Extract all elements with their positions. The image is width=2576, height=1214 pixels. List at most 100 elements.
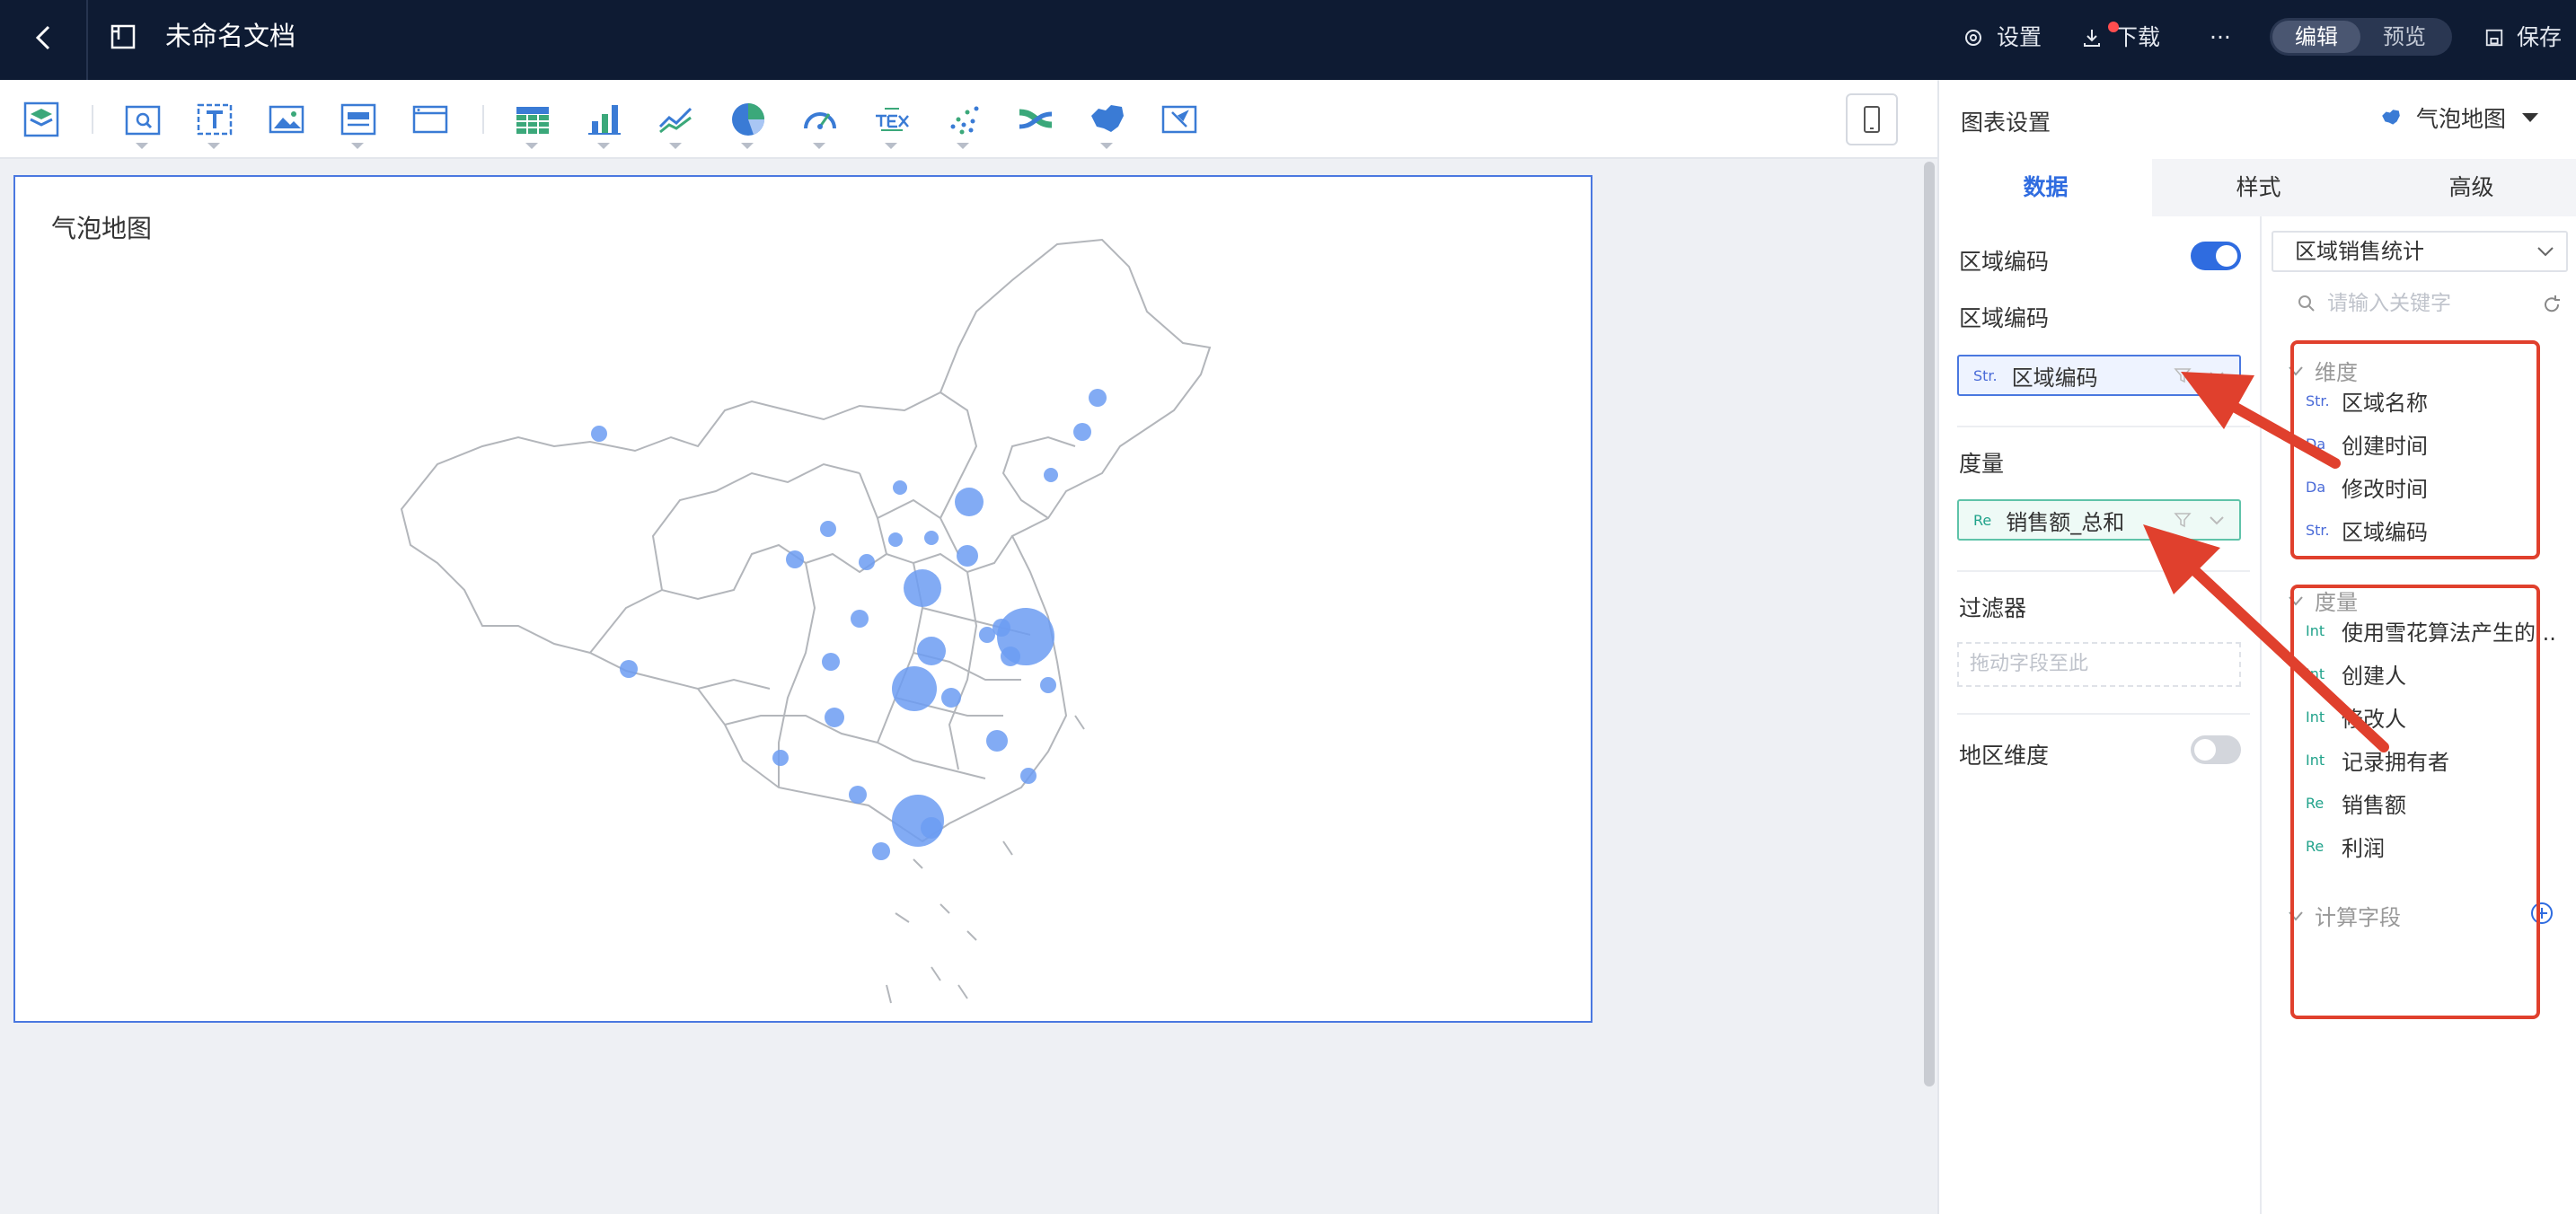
chevron-down-icon[interactable] (669, 143, 682, 149)
chevron-down-icon[interactable] (136, 143, 148, 149)
bubble-marker[interactable] (859, 554, 875, 570)
chevron-down-icon[interactable] (741, 143, 754, 149)
chevron-down-icon[interactable] (597, 143, 610, 149)
bubble-marker[interactable] (1044, 468, 1058, 482)
edit-mode-tab[interactable]: 编辑 (2272, 21, 2360, 53)
chevron-down-icon[interactable] (2207, 510, 2227, 530)
region-code-label: 区域编码 (1959, 305, 2050, 331)
chart-type-selector[interactable]: 气泡地图 (2378, 101, 2540, 134)
document-icon (110, 24, 136, 49)
back-arrow-icon[interactable] (25, 18, 65, 57)
bar-chart-component-button[interactable] (585, 100, 624, 149)
frame-icon[interactable] (410, 100, 450, 139)
document-title[interactable]: 未命名文档 (165, 18, 296, 54)
table-component-button[interactable] (513, 100, 552, 149)
bubble-marker[interactable] (1001, 647, 1020, 666)
wordcloud-component-button[interactable] (872, 100, 912, 149)
filter-icon[interactable] (2173, 510, 2192, 530)
toolbar-divider (92, 105, 93, 134)
bubble-map-chart[interactable]: 气泡地图 (13, 175, 1592, 1023)
bubble-marker[interactable] (992, 619, 1010, 637)
download-button[interactable]: 下载 (2081, 20, 2160, 56)
layers-icon[interactable] (22, 100, 61, 139)
bubble-marker[interactable] (888, 532, 903, 547)
tab-data[interactable]: 数据 (1939, 159, 2152, 216)
chevron-down-icon[interactable] (525, 143, 538, 149)
bubble-marker[interactable] (1020, 768, 1037, 784)
text-component-button[interactable] (195, 100, 234, 149)
bubble-marker[interactable] (1073, 423, 1091, 441)
chevron-down-icon[interactable] (813, 143, 825, 149)
bubble-marker[interactable] (892, 666, 937, 711)
bubble-marker[interactable] (1089, 389, 1107, 407)
map-icon (1091, 105, 1124, 132)
bubble-marker[interactable] (941, 688, 961, 708)
measure-field[interactable]: Re 销售额_总和 (1957, 499, 2241, 541)
bubble-marker[interactable] (849, 786, 867, 804)
map-component-button[interactable] (1088, 100, 1127, 149)
custom-icon[interactable] (1160, 100, 1199, 139)
filter-dropzone[interactable]: 拖动字段至此 (1957, 642, 2241, 687)
bubble-marker[interactable] (772, 750, 789, 766)
dataset-select[interactable]: 区域销售统计 (2272, 231, 2568, 272)
chevron-down-icon[interactable] (957, 143, 969, 149)
gauge-component-button[interactable] (800, 100, 840, 149)
container-component-button[interactable] (339, 100, 378, 149)
section-divider (1957, 570, 2250, 572)
more-button[interactable]: ··· (2210, 20, 2231, 56)
text-icon (197, 103, 233, 136)
section-divider (1957, 713, 2250, 715)
bubble-marker[interactable] (904, 569, 941, 607)
refresh-icon[interactable] (2541, 294, 2563, 315)
bubble-marker[interactable] (924, 531, 939, 545)
bubble-marker[interactable] (825, 708, 844, 727)
field-type-tag: Str. (1973, 366, 1998, 384)
region-code-field[interactable]: Str. 区域编码 (1957, 355, 2241, 396)
tab-advanced[interactable]: 高级 (2365, 159, 2576, 216)
download-label: 下载 (2115, 24, 2161, 50)
region-dimension-toggle[interactable] (2191, 735, 2241, 764)
bubble-marker[interactable] (591, 426, 607, 442)
bubble-marker[interactable] (1040, 677, 1056, 693)
image-icon[interactable] (267, 100, 306, 139)
container-icon (340, 103, 376, 136)
canvas-scrollbar[interactable] (1924, 162, 1935, 1086)
mobile-preview-button[interactable] (1846, 93, 1898, 145)
map-outline (400, 238, 1212, 843)
sankey-icon[interactable] (1016, 100, 1055, 139)
chevron-down-icon[interactable] (885, 143, 897, 149)
pie-chart-component-button[interactable] (728, 100, 768, 149)
scatter-component-button[interactable] (944, 100, 984, 149)
bubble-marker[interactable] (957, 545, 978, 567)
line-chart-component-button[interactable] (657, 100, 696, 149)
chevron-down-icon[interactable] (1100, 143, 1113, 149)
tab-style[interactable]: 样式 (2152, 159, 2365, 216)
preview-mode-tab[interactable]: 预览 (2360, 21, 2448, 53)
pie-chart-icon (732, 103, 764, 136)
bubble-marker[interactable] (986, 730, 1008, 752)
map-icon (2382, 110, 2400, 125)
province-borders (589, 391, 1076, 787)
bubble-marker[interactable] (620, 660, 638, 678)
filter-label: 过滤器 (1959, 595, 2027, 621)
query-component-button[interactable] (123, 100, 163, 149)
chevron-down-icon[interactable] (2207, 365, 2227, 385)
bubble-marker[interactable] (786, 550, 804, 568)
chevron-down-icon[interactable] (351, 143, 364, 149)
chevron-down-icon (2537, 247, 2554, 257)
chevron-down-icon[interactable] (207, 143, 220, 149)
bubble-marker[interactable] (955, 488, 984, 516)
region-code-toggle[interactable] (2191, 242, 2241, 270)
chart-type-label: 气泡地图 (2415, 106, 2506, 132)
bubble-marker[interactable] (921, 817, 942, 839)
settings-button[interactable]: 设置 (1963, 20, 2042, 56)
section-divider (1957, 426, 2250, 427)
filter-icon[interactable] (2173, 365, 2192, 385)
bubble-marker[interactable] (822, 653, 840, 671)
bubble-marker[interactable] (893, 480, 907, 495)
bubble-marker[interactable] (851, 610, 869, 628)
bubble-marker[interactable] (820, 521, 836, 537)
save-button[interactable]: 保存 (2484, 20, 2562, 56)
bubble-marker[interactable] (917, 637, 946, 665)
bubble-marker[interactable] (872, 842, 890, 860)
